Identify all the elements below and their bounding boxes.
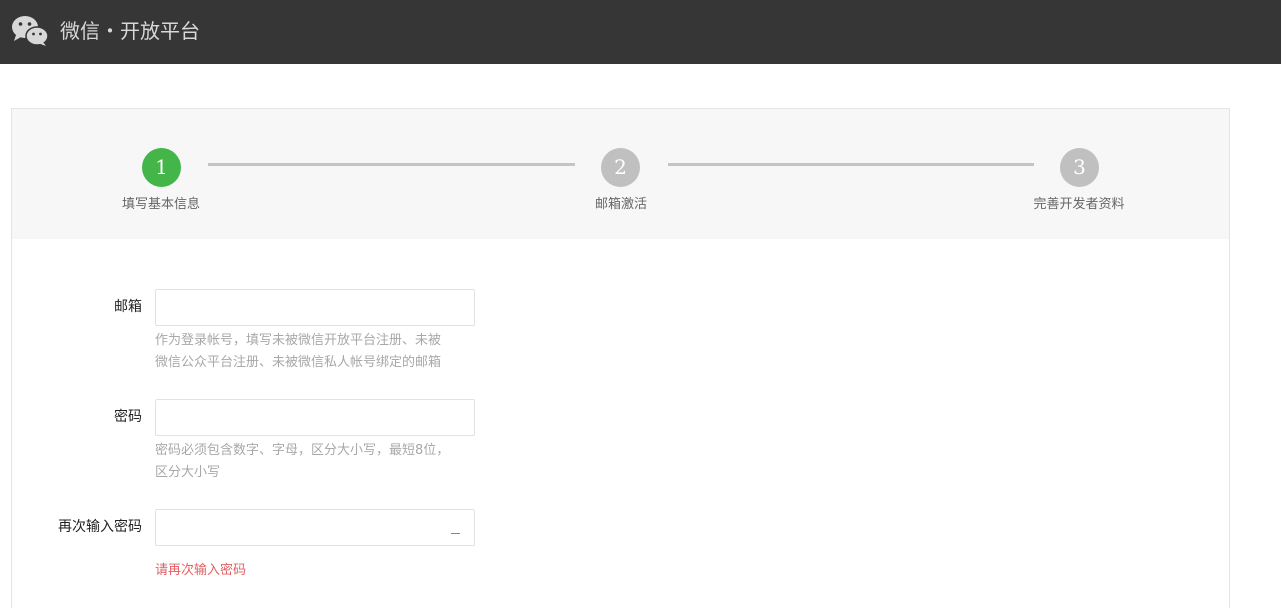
email-field[interactable] xyxy=(155,289,475,326)
step-progress: 1 填写基本信息 2 邮箱激活 3 完善开发者资料 xyxy=(12,109,1229,239)
email-hint-line-2: 微信公众平台注册、未被微信私人帐号绑定的邮箱 xyxy=(155,355,442,370)
top-navigation-bar: 微信・开放平台 xyxy=(0,0,1281,64)
email-hint-line-1: 作为登录帐号，填写未被微信开放平台注册、未被 xyxy=(155,333,442,348)
confirm-password-label: 再次输入密码 xyxy=(58,519,142,535)
registration-panel: 1 填写基本信息 2 邮箱激活 3 完善开发者资料 邮箱 作为登录帐号，填写未被… xyxy=(11,108,1230,608)
password-label: 密码 xyxy=(114,409,142,425)
confirm-password-error: 请再次输入密码 xyxy=(155,563,247,578)
input-focus-indicator xyxy=(451,533,460,534)
confirm-password-field[interactable] xyxy=(155,509,475,546)
email-label: 邮箱 xyxy=(114,299,142,315)
step-connector-2-3 xyxy=(668,163,1034,166)
step-2-circle: 2 xyxy=(601,148,640,187)
password-hint-line-1: 密码必须包含数字、字母，区分大小写，最短8位， xyxy=(155,443,450,458)
step-3-label: 完善开发者资料 xyxy=(1033,197,1125,212)
step-connector-1-2 xyxy=(208,163,575,166)
step-2-label: 邮箱激活 xyxy=(594,197,647,212)
step-3-circle: 3 xyxy=(1060,148,1099,187)
brand-title[interactable]: 微信・开放平台 xyxy=(60,18,200,44)
wechat-logo-icon[interactable] xyxy=(11,15,49,47)
password-hint-line-2: 区分大小写 xyxy=(155,465,221,480)
step-1-label: 填写基本信息 xyxy=(121,197,200,212)
step-1-circle: 1 xyxy=(142,148,181,187)
password-field[interactable] xyxy=(155,399,475,436)
